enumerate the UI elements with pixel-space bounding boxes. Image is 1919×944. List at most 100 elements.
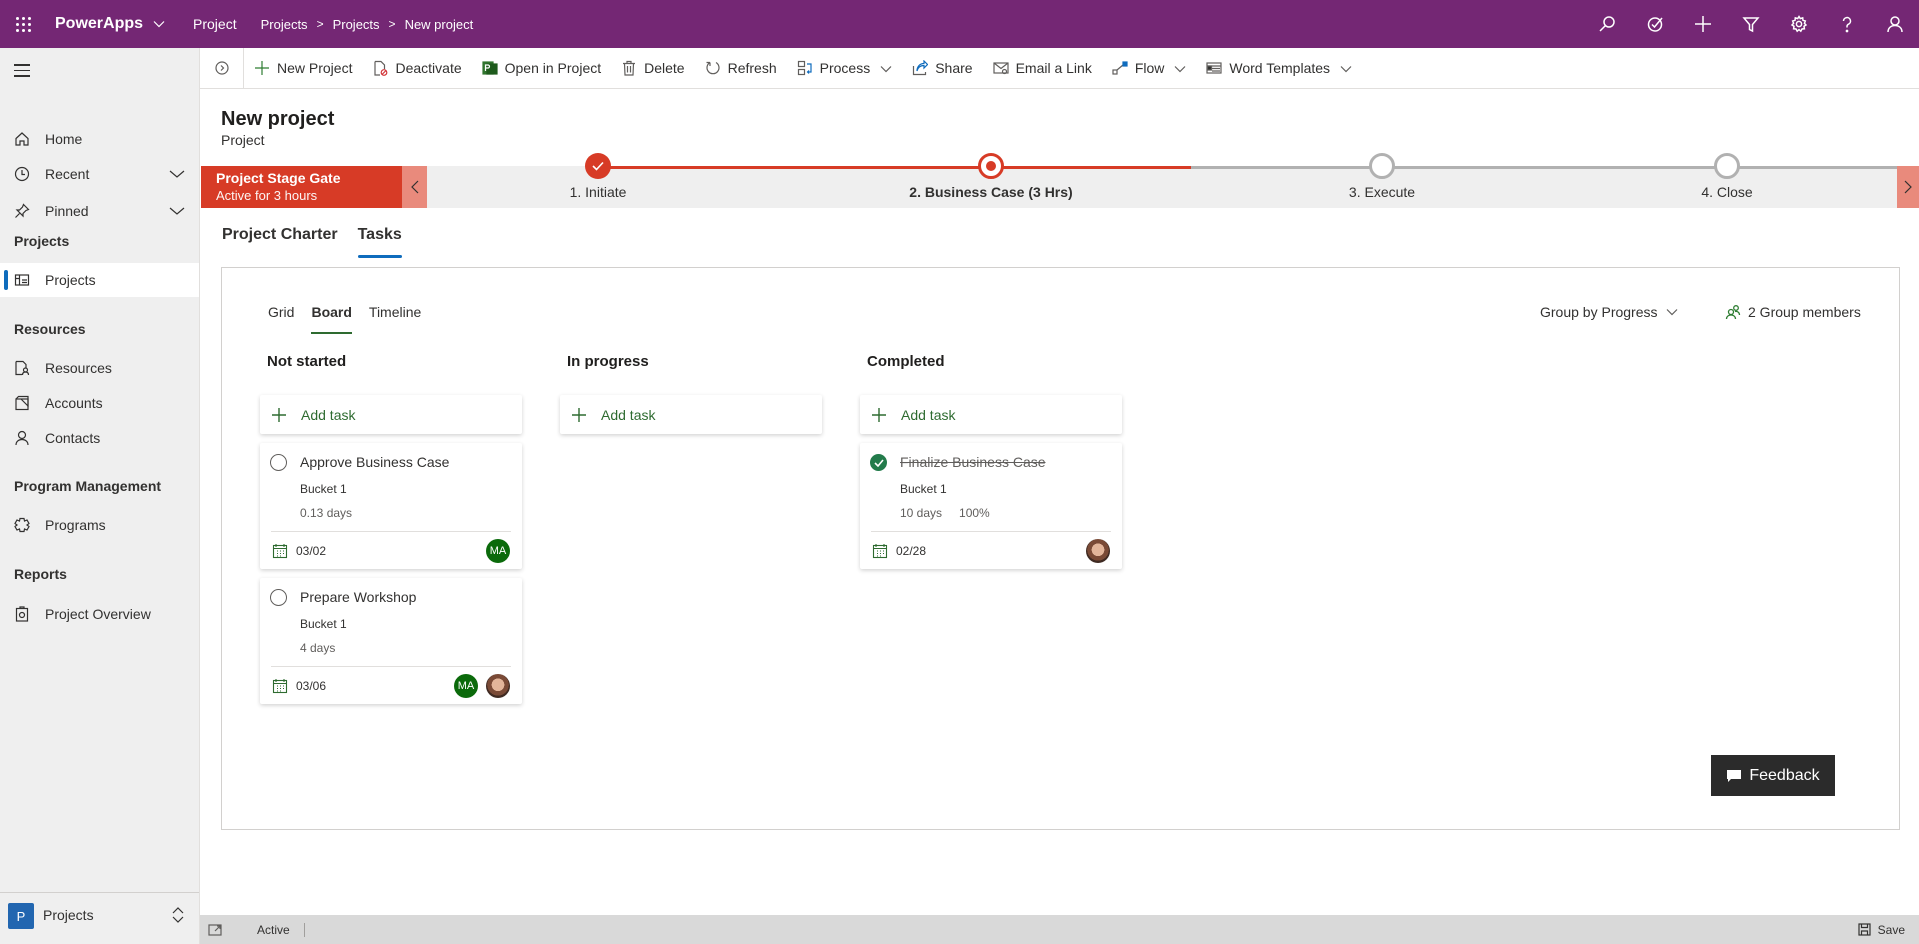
app-name[interactable]: PowerApps: [55, 15, 143, 33]
breadcrumb: Projects > Projects > New project: [261, 17, 474, 32]
assignee-avatar[interactable]: MA: [454, 674, 478, 698]
programs-icon: [14, 517, 30, 533]
save-label: Save: [1877, 922, 1905, 937]
sidebar-item-accounts[interactable]: Accounts: [0, 386, 199, 420]
settings-icon[interactable]: [1775, 0, 1823, 48]
save-icon: [1858, 923, 1871, 936]
add-task-button[interactable]: Add task: [260, 395, 522, 434]
task-check-icon[interactable]: [1631, 0, 1679, 48]
chevron-down-icon[interactable]: [169, 166, 185, 182]
area-name[interactable]: Project: [193, 16, 237, 32]
expand-form-button[interactable]: [200, 48, 244, 88]
open-in-new-window-icon[interactable]: [208, 923, 222, 936]
plus-icon: [872, 407, 886, 422]
email-link-icon: [992, 62, 1009, 75]
sidebar-item-home[interactable]: Home: [0, 122, 199, 156]
command-label: Flow: [1134, 60, 1165, 76]
task-due-date: 03/06: [272, 678, 326, 694]
share-button[interactable]: Share: [902, 48, 982, 88]
area-switcher[interactable]: P Projects: [0, 892, 199, 944]
chevron-left-icon: [410, 180, 418, 194]
save-button[interactable]: Save: [1858, 923, 1905, 937]
command-label: Share: [935, 60, 973, 76]
sidebar-item-recent[interactable]: Recent: [0, 157, 199, 191]
group-members-button[interactable]: 2 Group members: [1725, 304, 1861, 320]
record-title: New project: [221, 108, 335, 130]
trash-icon: [623, 60, 636, 76]
sidebar-item-programs[interactable]: Programs: [0, 508, 199, 542]
breadcrumb-item[interactable]: Projects: [333, 17, 380, 32]
add-task-button[interactable]: Add task: [860, 395, 1122, 434]
deactivate-button[interactable]: Deactivate: [362, 48, 471, 88]
task-board-panel: Grid Board Timeline Group by Progress 2 …: [221, 267, 1900, 830]
area-badge: P: [8, 903, 34, 929]
assignee-avatar[interactable]: MA: [486, 539, 510, 563]
task-card[interactable]: Approve Business Case Bucket 1 0.13 days…: [260, 443, 522, 569]
word-templates-button[interactable]: Word Templates: [1196, 48, 1362, 88]
process-icon: [797, 60, 812, 76]
card-divider: [271, 666, 511, 667]
breadcrumb-item[interactable]: Projects: [261, 17, 308, 32]
tab-project-charter[interactable]: Project Charter: [222, 226, 338, 254]
sidebar-item-project-overview[interactable]: Project Overview: [0, 597, 199, 631]
task-title: Prepare Workshop: [300, 589, 417, 605]
task-bucket: Bucket 1: [300, 482, 347, 496]
up-down-chevron-icon[interactable]: [171, 905, 185, 930]
add-task-label: Add task: [301, 406, 356, 423]
app-switcher-chevron-icon[interactable]: [153, 17, 165, 31]
hamburger-menu-icon[interactable]: [14, 64, 30, 81]
add-task-button[interactable]: Add task: [560, 395, 822, 434]
app-launcher-button[interactable]: [0, 0, 46, 48]
chevron-down-icon[interactable]: [169, 203, 185, 219]
filter-icon[interactable]: [1727, 0, 1775, 48]
next-stage-button[interactable]: [1897, 166, 1919, 208]
help-icon[interactable]: [1823, 0, 1871, 48]
refresh-icon: [706, 61, 720, 75]
stage-pending-indicator-icon: [1369, 153, 1395, 179]
view-switcher: Grid Board Timeline: [268, 304, 438, 334]
stage-label: 4. Close: [1701, 184, 1753, 200]
previous-stage-button[interactable]: [402, 166, 427, 208]
view-grid[interactable]: Grid: [268, 304, 294, 326]
new-project-button[interactable]: New Project: [244, 48, 362, 88]
chevron-down-icon[interactable]: [880, 60, 892, 76]
task-completed-check-icon[interactable]: [870, 454, 887, 471]
delete-button[interactable]: Delete: [611, 48, 694, 88]
view-board[interactable]: Board: [311, 304, 353, 334]
feedback-button[interactable]: Feedback: [1711, 755, 1835, 796]
view-timeline[interactable]: Timeline: [369, 304, 421, 326]
sidebar-item-label: Resources: [45, 360, 112, 376]
group-by-dropdown[interactable]: Group by Progress: [1540, 304, 1678, 320]
open-in-project-button[interactable]: Open in Project: [472, 48, 612, 88]
record-status: Active: [257, 922, 290, 937]
breadcrumb-separator-icon: >: [388, 17, 396, 31]
sidebar-item-label: Home: [45, 131, 83, 147]
task-duration: 10 days: [900, 506, 943, 520]
column-title: In progress: [567, 353, 649, 370]
sidebar-item-contacts[interactable]: Contacts: [0, 421, 199, 455]
task-complete-checkbox[interactable]: [270, 589, 287, 606]
search-icon[interactable]: [1583, 0, 1631, 48]
stage-track-completed: [598, 166, 1191, 169]
chevron-down-icon[interactable]: [1340, 60, 1352, 76]
plus-icon[interactable]: [1679, 0, 1727, 48]
plus-icon: [272, 407, 286, 422]
assignee-photo-avatar[interactable]: [1086, 539, 1110, 563]
chevron-down-icon[interactable]: [1174, 60, 1186, 76]
add-task-label: Add task: [601, 406, 656, 423]
flow-button[interactable]: Flow: [1102, 48, 1197, 88]
process-button[interactable]: Process: [787, 48, 903, 88]
sidebar-item-pinned[interactable]: Pinned: [0, 194, 199, 228]
user-icon[interactable]: [1871, 0, 1919, 48]
task-card[interactable]: Prepare Workshop Bucket 1 4 days 03/06 M…: [260, 578, 522, 704]
project-app-icon: [482, 61, 498, 75]
refresh-button[interactable]: Refresh: [695, 48, 787, 88]
process-name-flyout[interactable]: Project Stage Gate Active for 3 hours: [201, 166, 402, 208]
task-complete-checkbox[interactable]: [270, 454, 287, 471]
email-a-link-button[interactable]: Email a Link: [983, 48, 1102, 88]
sidebar-item-resources[interactable]: Resources: [0, 351, 199, 385]
tab-tasks[interactable]: Tasks: [357, 226, 402, 258]
sidebar-item-projects[interactable]: Projects: [0, 263, 199, 297]
task-card[interactable]: Finalize Business Case Bucket 1 10 days …: [860, 443, 1122, 569]
assignee-photo-avatar[interactable]: [486, 674, 510, 698]
